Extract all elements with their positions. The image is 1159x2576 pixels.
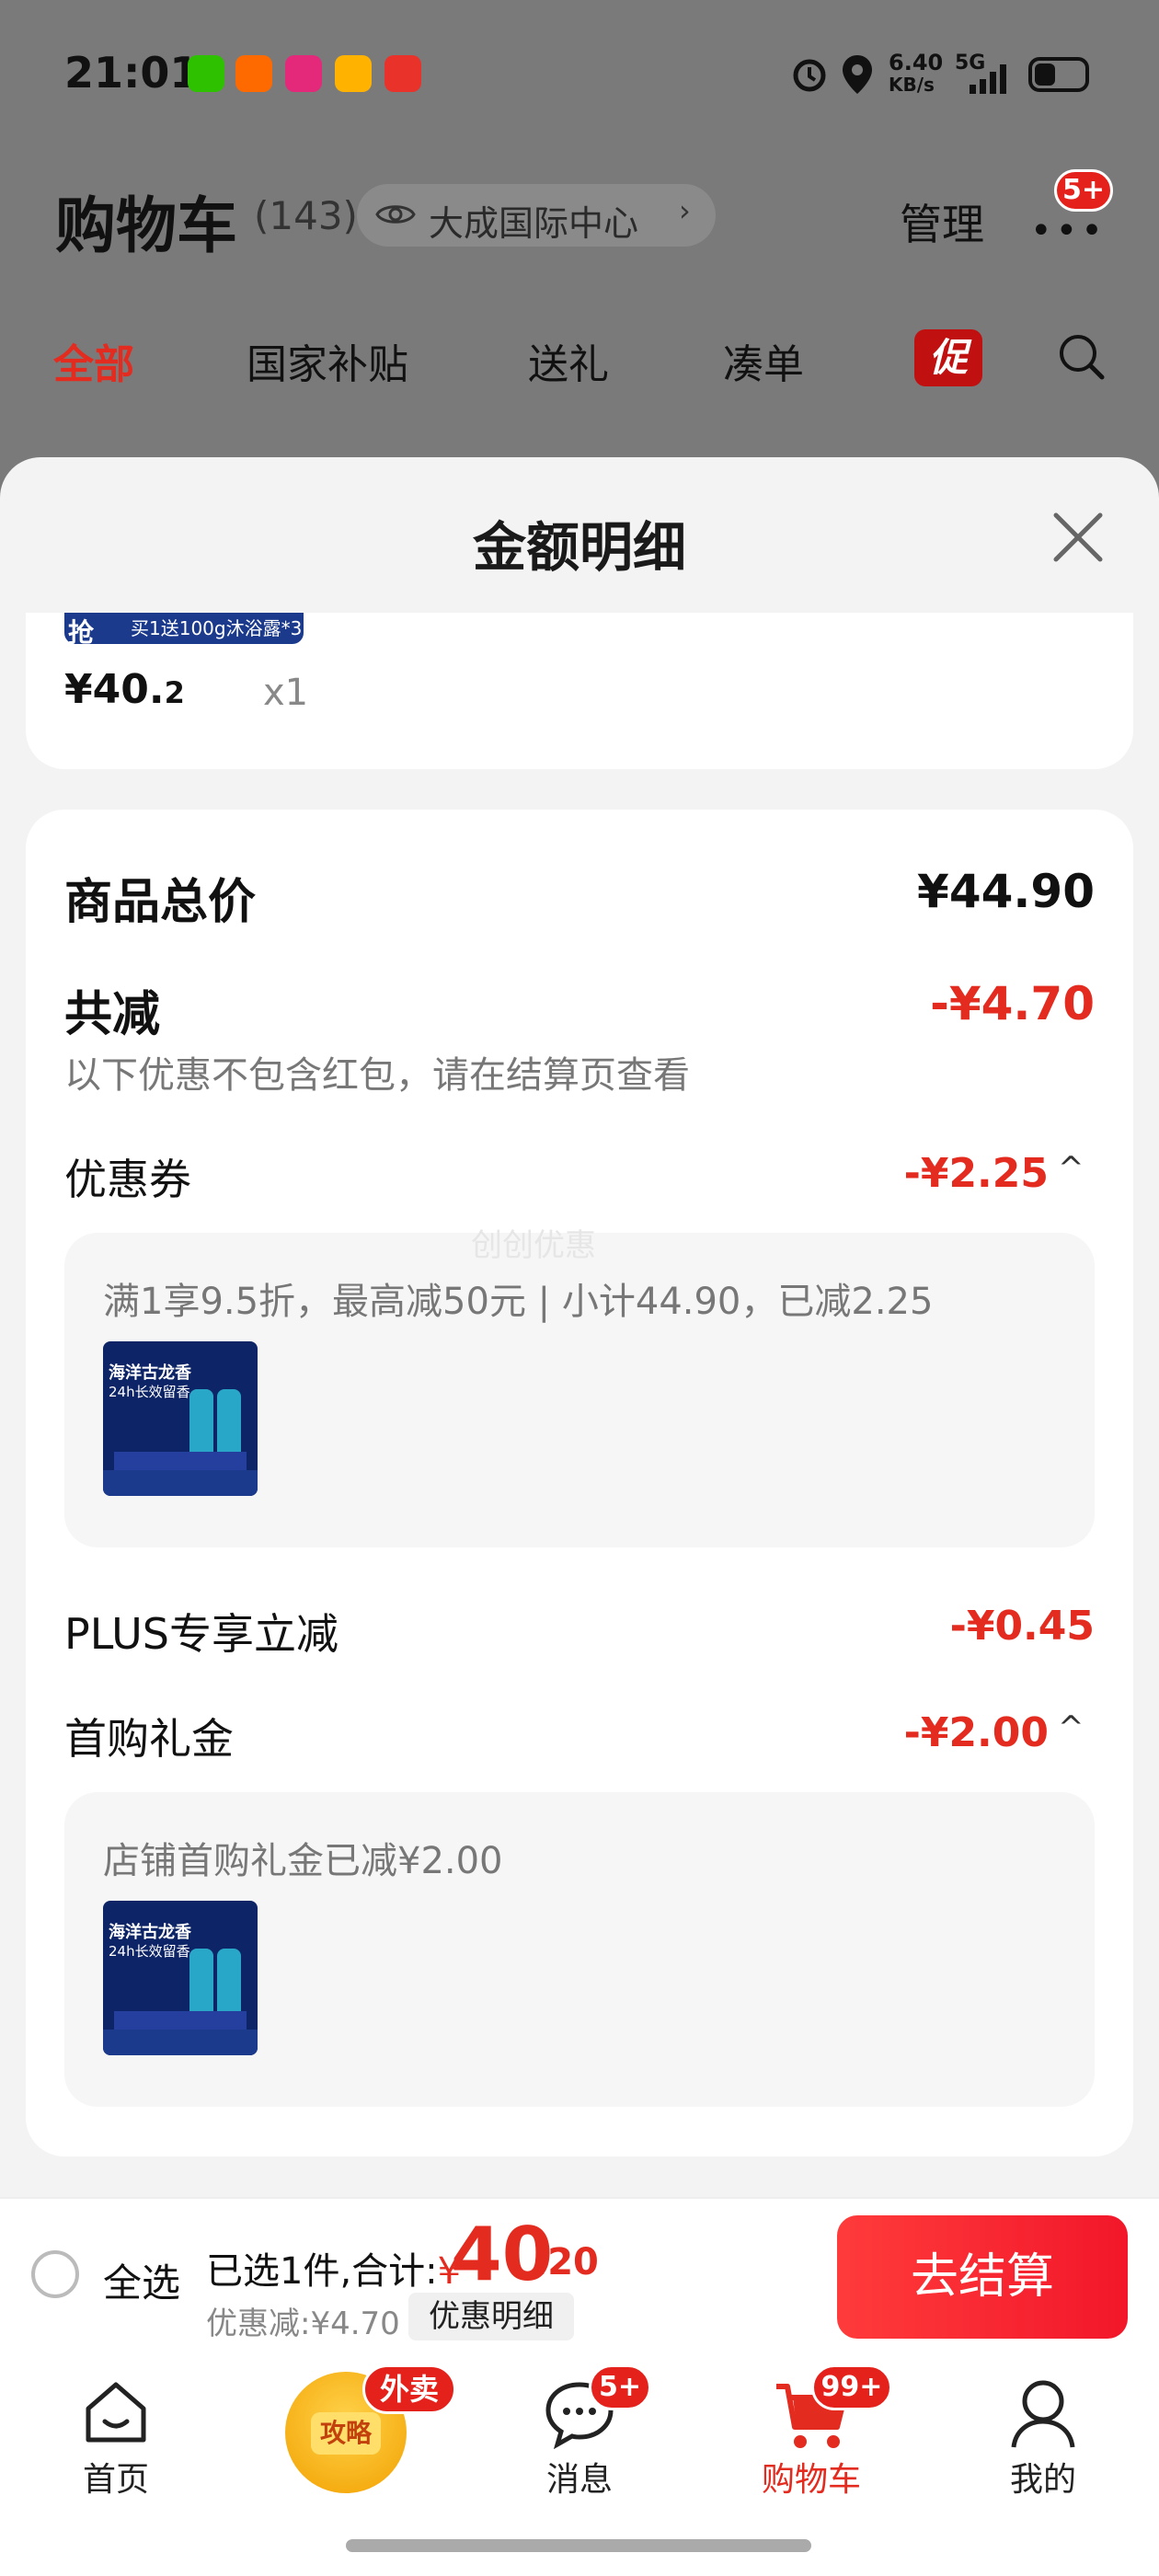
discount-value: -¥4.70 <box>930 977 1095 1030</box>
product-thumbnail[interactable]: 海洋古龙香 24h长效留香 <box>103 1341 258 1496</box>
wechat-icon <box>188 55 224 92</box>
profile-icon <box>1011 2380 1075 2448</box>
network-speed-unit: KB/s <box>889 74 935 96</box>
watermark: 创创优惠 <box>471 1227 596 1264</box>
plus-label: PLUS专享立减 <box>64 1609 339 1659</box>
product-thumb-sub: 24h长效留香 <box>109 1384 190 1400</box>
product-thumb-title: 海洋古龙香 <box>109 1363 191 1383</box>
page-title: 购物车 <box>55 190 237 261</box>
close-icon[interactable] <box>1049 508 1107 567</box>
tab-promo[interactable]: 促 <box>914 329 982 386</box>
tab-bundle[interactable]: 凑单 <box>723 331 804 390</box>
item-price-decimal: 2 <box>164 675 185 710</box>
alarm-icon <box>793 59 826 92</box>
nav-home-label: 首页 <box>82 2461 149 2499</box>
discount-note: 以下优惠不包含红包，请在结算页查看 <box>64 1054 690 1097</box>
cart-badge: 99+ <box>811 2364 892 2410</box>
app-notification-icon <box>285 55 322 92</box>
gift-label: 首购礼金 <box>64 1714 234 1764</box>
gift-value[interactable]: -¥2.00 <box>699 1709 1049 1756</box>
search-icon[interactable] <box>1056 331 1107 383</box>
gift-detail-text: 店铺首购礼金已减¥2.00 <box>103 1840 503 1882</box>
network-speed: 6.40 <box>889 50 944 75</box>
product-thumb-sub: 24h长效留香 <box>109 1943 190 1960</box>
plus-value: -¥0.45 <box>949 1603 1095 1650</box>
home-icon <box>86 2382 146 2443</box>
tab-gift[interactable]: 送礼 <box>528 331 609 390</box>
takeout-badge: 外卖 <box>362 2364 456 2414</box>
status-time: 21:01 <box>64 48 200 98</box>
status-bar: 21:01 6.40 KB/s 5G <box>0 0 1159 156</box>
discount-detail-button[interactable]: 优惠明细 <box>408 2293 574 2340</box>
chevron-up-icon[interactable]: ^ <box>1058 1150 1084 1187</box>
signal-icon <box>970 64 1006 94</box>
nav-profile-label: 我的 <box>1009 2461 1076 2499</box>
coupon-label: 优惠券 <box>64 1155 191 1204</box>
selected-text: 已选1件,合计: <box>206 2250 438 2293</box>
item-price: ¥40.2 <box>64 666 185 713</box>
saved-amount: 优惠减:¥4.70 <box>206 2306 400 2342</box>
cart-count: (143) <box>254 193 358 238</box>
battery-icon <box>1028 57 1089 92</box>
tab-national-subsidy[interactable]: 国家补贴 <box>247 331 408 390</box>
taobao-icon <box>235 55 272 92</box>
coupon-value[interactable]: -¥2.25 <box>699 1150 1049 1197</box>
nav-messages-label: 消息 <box>545 2461 613 2499</box>
item-price-main: ¥40. <box>64 666 165 713</box>
total-amount-dec: .20 <box>534 2241 599 2283</box>
guide-icon: 攻略 <box>311 2412 381 2455</box>
product-thumbnail[interactable]: 海洋古龙香 24h长效留香 <box>103 1901 258 2055</box>
sheet-title: 金额明细 <box>472 516 686 579</box>
product-thumb-title: 海洋古龙香 <box>109 1923 191 1942</box>
manage-button[interactable]: 管理 <box>900 191 984 252</box>
more-badge: 5+ <box>1054 169 1113 212</box>
selected-summary: 已选1件,合计:¥ <box>206 2241 461 2294</box>
select-all-checkbox[interactable] <box>31 2250 79 2298</box>
app-notification-icon <box>335 55 372 92</box>
location-icon <box>843 55 872 94</box>
discount-label: 共减 <box>64 987 161 1042</box>
eye-icon <box>375 205 416 224</box>
tab-all[interactable]: 全部 <box>53 331 134 390</box>
app-notification-icon <box>384 55 421 92</box>
chevron-right-icon: › <box>679 193 691 228</box>
messages-badge: 5+ <box>589 2364 651 2410</box>
total-label: 商品总价 <box>64 875 257 930</box>
location-text: 大成国际中心 <box>429 203 639 244</box>
item-thumbnail-banner: 买1送100g沐浴露*3 <box>64 613 304 644</box>
item-quantity: x1 <box>263 672 309 714</box>
nav-cart-label: 购物车 <box>761 2461 861 2499</box>
chevron-up-icon[interactable]: ^ <box>1058 1709 1084 1746</box>
coupon-detail-text: 满1享9.5折，最高减50元 | 小计44.90，已减2.25 <box>103 1281 934 1323</box>
more-icon[interactable]: ••• <box>1030 210 1107 252</box>
flash-sale-tag: 抢 <box>68 617 95 648</box>
home-indicator[interactable] <box>346 2539 811 2552</box>
select-all-label[interactable]: 全选 <box>103 2252 180 2308</box>
total-value: ¥44.90 <box>917 865 1095 918</box>
checkout-button[interactable]: 去结算 <box>837 2215 1128 2339</box>
